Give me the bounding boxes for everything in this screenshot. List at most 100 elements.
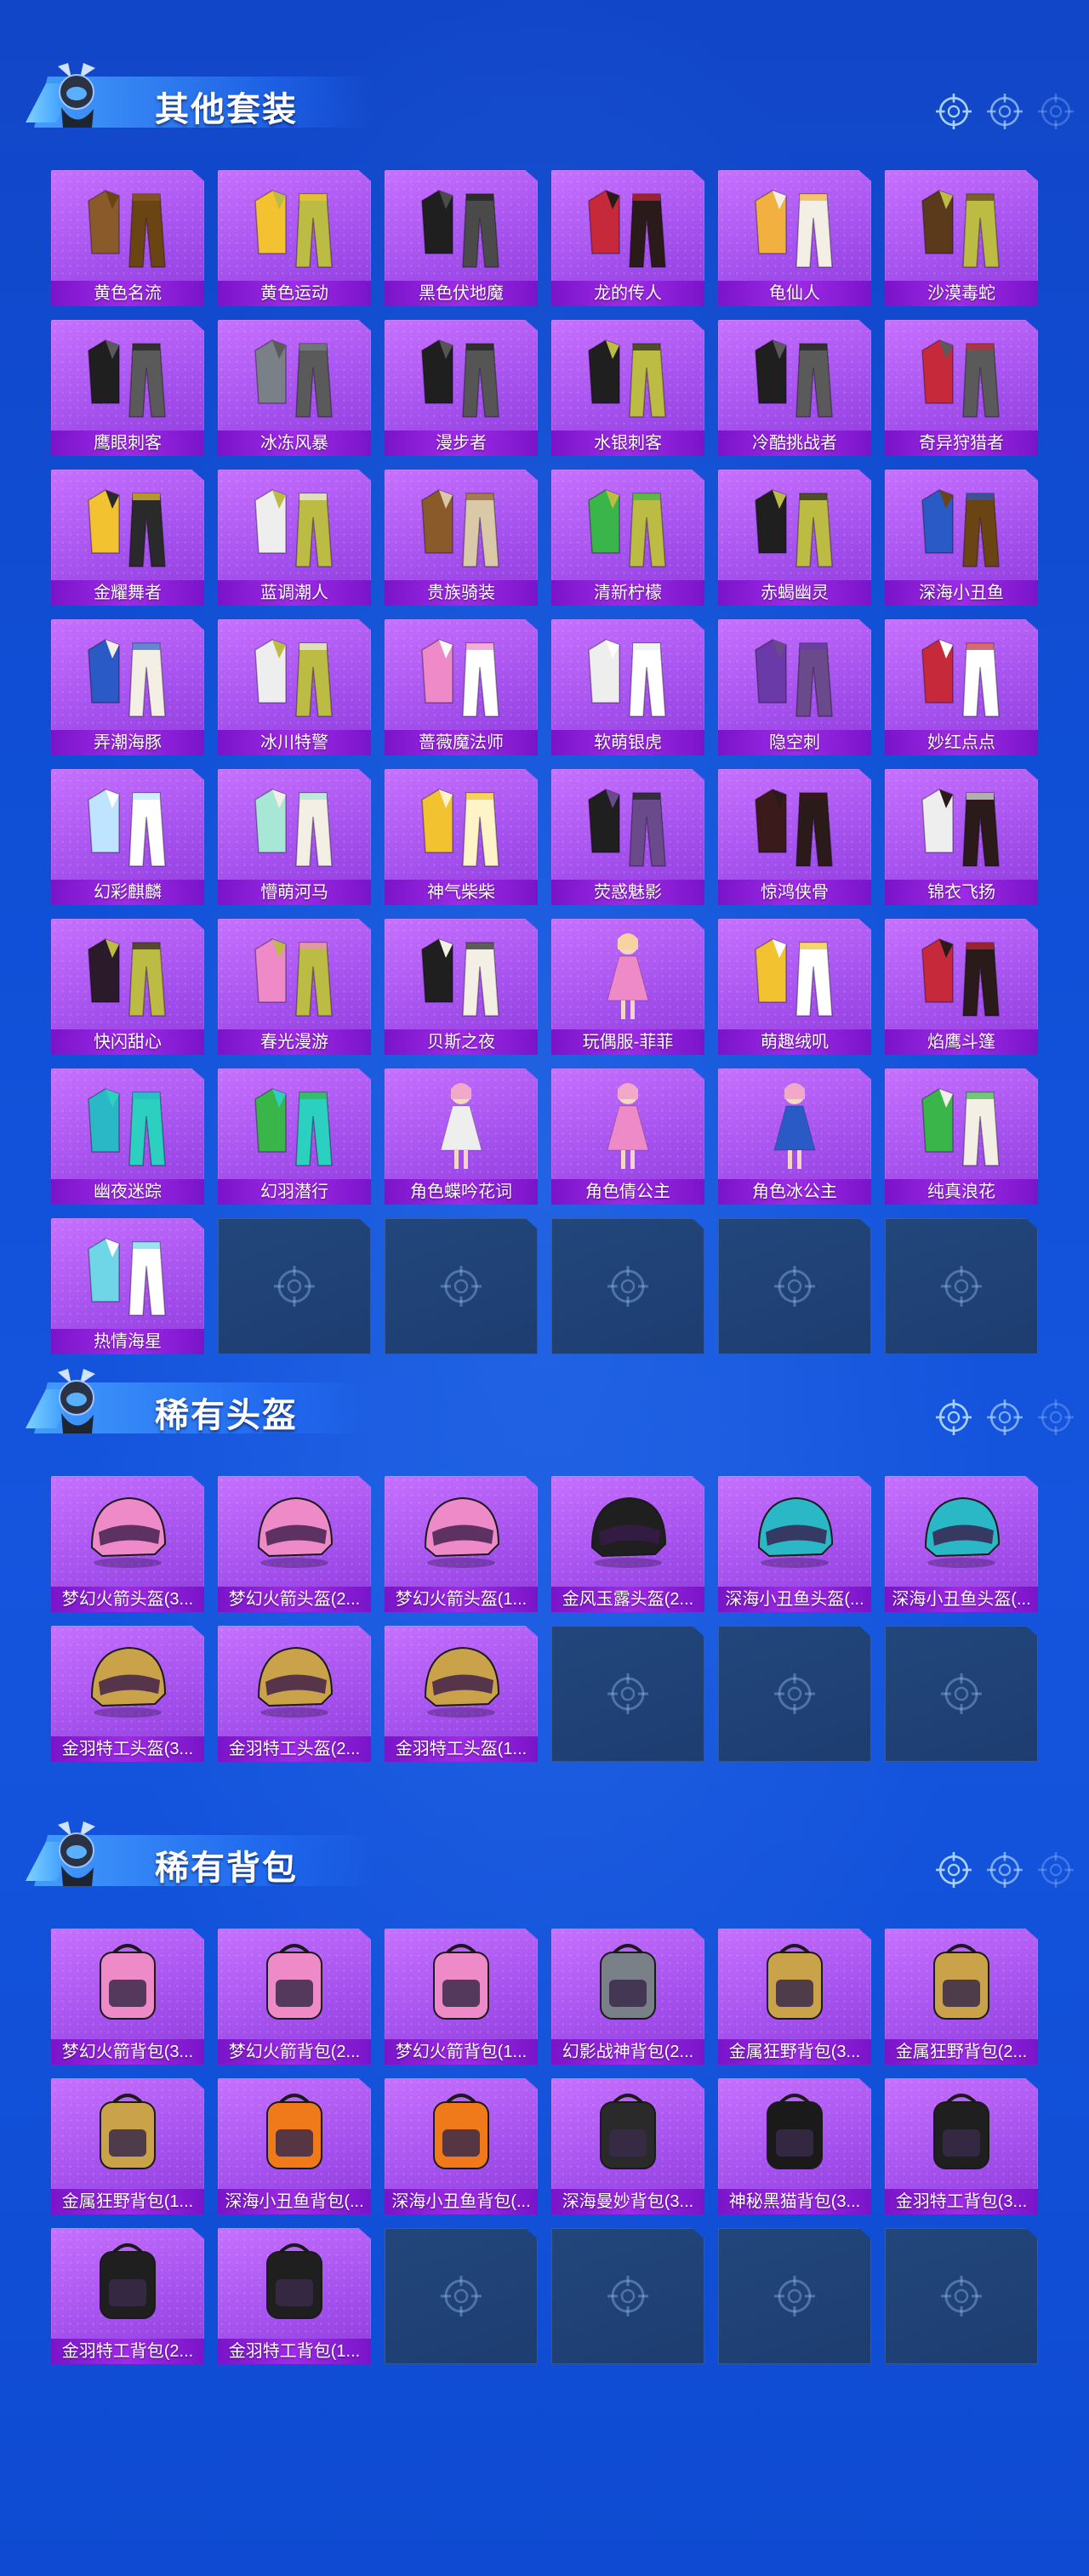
item-image (744, 175, 846, 276)
item-image (243, 924, 345, 1024)
item-card[interactable]: 黄色名流 (51, 170, 204, 306)
item-card[interactable]: 漫步者 (385, 320, 538, 456)
item-card[interactable]: 深海曼妙背包(3... (551, 2078, 704, 2214)
item-card[interactable]: 隐空刺 (718, 619, 871, 755)
item-card[interactable]: 金耀舞者 (51, 470, 204, 606)
item-card[interactable]: 冰冻风暴 (218, 320, 371, 456)
item-card[interactable]: 焰鹰斗篷 (885, 919, 1038, 1055)
item-card[interactable]: 金羽特工背包(1... (218, 2228, 371, 2364)
item-image (910, 175, 1012, 276)
item-card[interactable]: 热情海星 (51, 1218, 204, 1354)
item-card[interactable]: 金羽特工背包(3... (885, 2078, 1038, 2214)
item-card[interactable]: 弄潮海豚 (51, 619, 204, 755)
item-art-svg (100, 2094, 156, 2169)
item-name: 锦衣飞扬 (885, 880, 1038, 905)
section-header: 稀有背包 (26, 1818, 383, 1895)
item-name: 幻羽潜行 (218, 1179, 371, 1205)
item-name: 金羽特工背包(1... (218, 2339, 371, 2364)
section-header: 其他套装 (26, 60, 383, 136)
item-card[interactable]: 清新柠檬 (551, 470, 704, 606)
item-card[interactable]: 金羽特工头盔(1... (385, 1626, 538, 1762)
item-card[interactable]: 角色冰公主 (718, 1069, 871, 1205)
item-card[interactable]: 幻羽潜行 (218, 1069, 371, 1205)
empty-slot (885, 1626, 1038, 1762)
item-card[interactable]: 金属狂野背包(3... (718, 1929, 871, 2065)
item-name: 梦幻火箭头盔(3... (51, 1587, 204, 1612)
item-card[interactable]: 金风玉露头盔(2... (551, 1476, 704, 1612)
item-card[interactable]: 妙红点点 (885, 619, 1038, 755)
item-name: 金羽特工背包(2... (51, 2339, 204, 2364)
item-card[interactable]: 黑色伏地魔 (385, 170, 538, 306)
item-image (577, 325, 679, 425)
crosshair-decor (987, 1399, 1023, 1435)
item-card[interactable]: 软萌银虎 (551, 619, 704, 755)
item-art-svg (254, 789, 333, 867)
crosshair-icon (941, 1266, 982, 1307)
item-card[interactable]: 梦幻火箭背包(1... (385, 1929, 538, 2065)
item-card[interactable]: 冰川特警 (218, 619, 371, 755)
item-card[interactable]: 梦幻火箭头盔(2... (218, 1476, 371, 1612)
item-art-svg (421, 190, 499, 268)
item-card[interactable]: 快闪甜心 (51, 919, 204, 1055)
item-card[interactable]: 春光漫游 (218, 919, 371, 1055)
item-art-svg (266, 1944, 322, 2020)
item-card[interactable]: 奇异狩猎者 (885, 320, 1038, 456)
item-card[interactable]: 深海小丑鱼背包(... (385, 2078, 538, 2214)
item-image (77, 1631, 179, 1731)
item-card[interactable]: 深海小丑鱼头盔(... (718, 1476, 871, 1612)
item-art-svg (921, 190, 1000, 268)
item-card[interactable]: 黄色运动 (218, 170, 371, 306)
item-card[interactable]: 龟仙人 (718, 170, 871, 306)
item-card[interactable]: 金羽特工背包(2... (51, 2228, 204, 2364)
item-card[interactable]: 角色倩公主 (551, 1069, 704, 1205)
item-card[interactable]: 金属狂野背包(1... (51, 2078, 204, 2214)
item-card[interactable]: 梦幻火箭头盔(1... (385, 1476, 538, 1612)
item-card[interactable]: 金属狂野背包(2... (885, 1929, 1038, 2065)
item-card[interactable]: 角色蝶吟花词 (385, 1069, 538, 1205)
item-card[interactable]: 纯真浪花 (885, 1069, 1038, 1205)
item-card[interactable]: 贝斯之夜 (385, 919, 538, 1055)
item-card[interactable]: 懵萌河马 (218, 769, 371, 905)
empty-slot-crosshair (607, 1266, 648, 1307)
item-card[interactable]: 锦衣飞扬 (885, 769, 1038, 905)
item-card[interactable]: 幻彩麒麟 (51, 769, 204, 905)
section-header: 稀有头盔 (26, 1365, 383, 1442)
item-card[interactable]: 深海小丑鱼头盔(... (885, 1476, 1038, 1612)
item-art-svg (254, 639, 333, 717)
item-card[interactable]: 幽夜迷踪 (51, 1069, 204, 1205)
item-card[interactable]: 梦幻火箭头盔(3... (51, 1476, 204, 1612)
empty-slot (385, 2228, 538, 2364)
item-card[interactable]: 赤蝎幽灵 (718, 470, 871, 606)
item-card[interactable]: 惊鸿侠骨 (718, 769, 871, 905)
item-art-svg (755, 489, 833, 567)
crosshair-icon (774, 2276, 815, 2317)
item-card[interactable]: 冷酷挑战者 (718, 320, 871, 456)
item-card[interactable]: 金羽特工头盔(3... (51, 1626, 204, 1762)
item-card[interactable]: 龙的传人 (551, 170, 704, 306)
item-card[interactable]: 梦幻火箭背包(2... (218, 1929, 371, 2065)
crosshair-icon (1038, 1399, 1074, 1435)
item-card[interactable]: 金羽特工头盔(2... (218, 1626, 371, 1762)
item-name: 深海小丑鱼 (885, 580, 1038, 606)
item-card[interactable]: 玩偶服-菲菲 (551, 919, 704, 1055)
crosshair-icon (1038, 1852, 1074, 1888)
item-card[interactable]: 荧惑魅影 (551, 769, 704, 905)
item-image (77, 774, 179, 875)
item-card[interactable]: 神气柴柴 (385, 769, 538, 905)
item-card[interactable]: 神秘黑猫背包(3... (718, 2078, 871, 2214)
item-card[interactable]: 水银刺客 (551, 320, 704, 456)
item-card[interactable]: 鹰眼刺客 (51, 320, 204, 456)
item-card[interactable]: 深海小丑鱼背包(... (218, 2078, 371, 2214)
item-art-svg (254, 339, 333, 418)
item-name: 金属狂野背包(2... (885, 2039, 1038, 2065)
item-card[interactable]: 深海小丑鱼 (885, 470, 1038, 606)
item-card[interactable]: 沙漠毒蛇 (885, 170, 1038, 306)
item-image (577, 1074, 679, 1174)
item-card[interactable]: 萌趣绒叽 (718, 919, 871, 1055)
item-card[interactable]: 蓝调潮人 (218, 470, 371, 606)
item-card[interactable]: 幻影战神背包(2... (551, 1929, 704, 2065)
item-card[interactable]: 梦幻火箭背包(3... (51, 1929, 204, 2065)
item-art-svg (755, 789, 833, 867)
item-card[interactable]: 贵族骑装 (385, 470, 538, 606)
item-card[interactable]: 蔷薇魔法师 (385, 619, 538, 755)
